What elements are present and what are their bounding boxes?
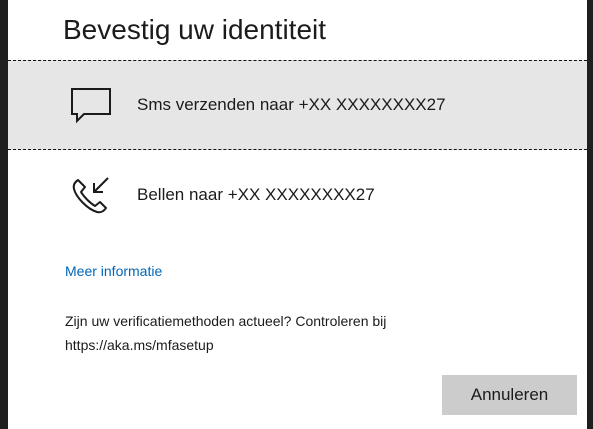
- phone-call-icon: [68, 172, 114, 218]
- right-edge-strip: [587, 0, 593, 429]
- left-edge-strip: [0, 0, 8, 429]
- cancel-button[interactable]: Annuleren: [442, 375, 577, 415]
- more-info-link[interactable]: Meer informatie: [65, 263, 162, 279]
- option-sms[interactable]: Sms verzenden naar +XX XXXXXXXX27: [8, 60, 587, 150]
- option-call[interactable]: Bellen naar +XX XXXXXXXX27: [8, 150, 587, 240]
- option-call-label: Bellen naar +XX XXXXXXXX27: [137, 185, 375, 204]
- info-line-2: https://aka.ms/mfasetup: [65, 337, 214, 353]
- verification-info-text: Zijn uw verificatiemethoden actueel? Con…: [65, 309, 485, 357]
- info-line-1: Zijn uw verificatiemethoden actueel? Con…: [65, 313, 387, 329]
- dialog-title: Bevestig uw identiteit: [63, 14, 327, 45]
- sms-icon: [68, 82, 114, 128]
- option-sms-label: Sms verzenden naar +XX XXXXXXXX27: [137, 95, 446, 114]
